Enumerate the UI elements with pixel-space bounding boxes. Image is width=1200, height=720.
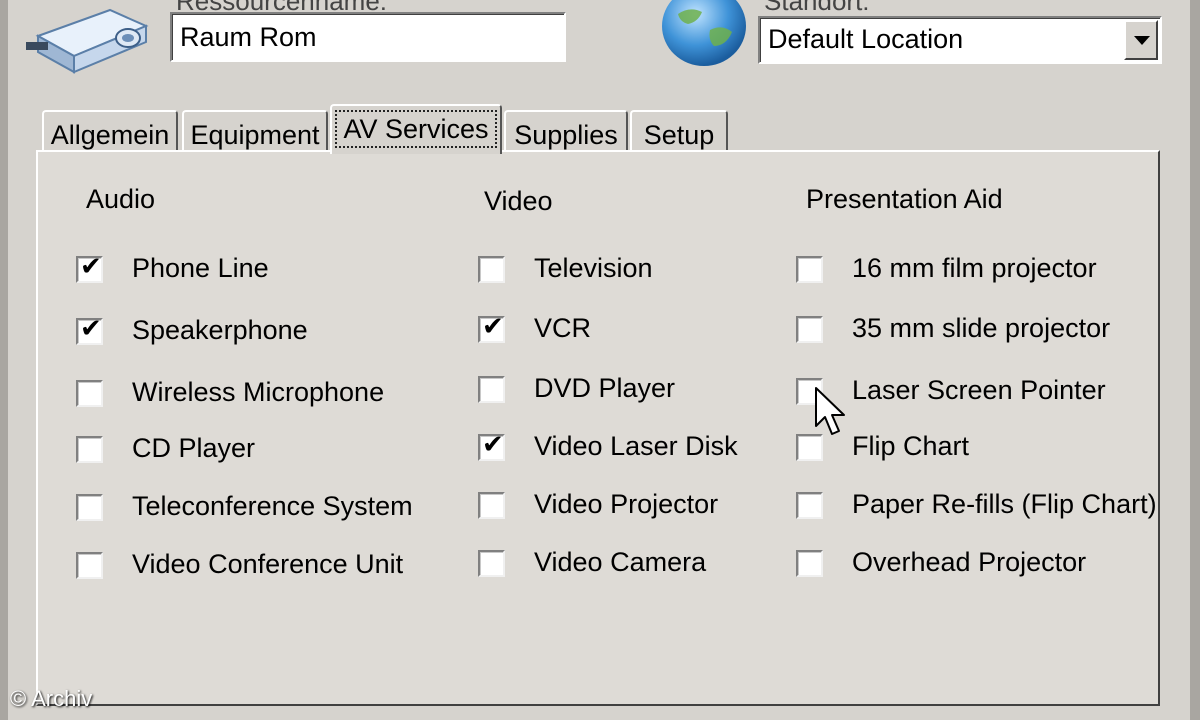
checkbox[interactable] [76, 552, 103, 579]
tab-av-services-label: AV Services [335, 110, 497, 148]
checkbox[interactable]: ✔ [76, 314, 103, 345]
location-label: Standort: [764, 0, 870, 16]
checkbox[interactable]: ✔ [76, 252, 103, 283]
option-label: 16 mm film projector [852, 253, 1097, 283]
option-label: Paper Re-fills (Flip Chart) [852, 489, 1157, 519]
av-services-panel [36, 150, 1160, 706]
tab-supplies[interactable]: Supplies [504, 110, 628, 154]
tab-allgemein[interactable]: Allgemein [42, 110, 178, 154]
option-label: CD Player [132, 433, 256, 463]
checkbox[interactable] [76, 380, 103, 407]
left-frame [0, 0, 8, 720]
tab-supplies-label: Supplies [514, 120, 618, 150]
option-label: Overhead Projector [852, 547, 1087, 577]
option-label: Teleconference System [132, 491, 413, 521]
tab-allgemein-label: Allgemein [50, 120, 170, 150]
checkbox[interactable] [796, 316, 823, 343]
panel-surface [38, 152, 1158, 704]
checkbox[interactable] [76, 436, 103, 463]
video-heading: Video [484, 186, 553, 216]
option-label: Flip Chart [852, 431, 970, 461]
checkmark-icon: ✔ [482, 312, 504, 342]
option-label: Video Conference Unit [132, 549, 404, 579]
mouse-pointer-icon [815, 387, 845, 435]
option-label: Video Projector [534, 489, 719, 519]
option-label: Speakerphone [132, 315, 308, 345]
checkbox[interactable]: ✔ [478, 312, 505, 343]
chevron-down-icon [1134, 36, 1150, 45]
checkmark-icon: ✔ [80, 252, 102, 282]
checkbox[interactable] [478, 376, 505, 403]
presentation-heading: Presentation Aid [806, 184, 1003, 214]
checkbox[interactable] [796, 492, 823, 519]
checkbox[interactable] [478, 492, 505, 519]
option-label: VCR [534, 313, 592, 343]
copyright-watermark: © Archiv [10, 686, 93, 711]
checkbox[interactable] [478, 550, 505, 577]
option-label: Video Camera [534, 547, 707, 577]
right-frame [1190, 0, 1200, 720]
option-label: Laser Screen Pointer [852, 375, 1106, 405]
location-selected-value: Default Location [768, 24, 964, 54]
checkbox[interactable] [796, 434, 823, 461]
checkbox[interactable]: ✔ [478, 430, 505, 461]
option-label: Television [534, 253, 653, 283]
option-label: Phone Line [132, 253, 269, 283]
option-label: Video Laser Disk [534, 431, 738, 461]
checkmark-icon: ✔ [482, 430, 504, 460]
checkbox[interactable] [76, 494, 103, 521]
projector-icon [26, 8, 149, 74]
checkbox[interactable] [796, 550, 823, 577]
audio-heading: Audio [86, 184, 156, 214]
checkbox[interactable] [478, 256, 505, 283]
tab-setup-label: Setup [643, 120, 715, 150]
resource-name-input[interactable] [170, 12, 566, 62]
location-select[interactable]: Default Location [758, 16, 1162, 64]
option-label: Wireless Microphone [132, 377, 385, 407]
tab-av-services[interactable]: AV Services [330, 104, 502, 154]
tab-equipment[interactable]: Equipment [182, 110, 328, 154]
option-label: 35 mm slide projector [852, 313, 1111, 343]
tab-setup[interactable]: Setup [630, 110, 728, 154]
location-dropdown-button[interactable] [1124, 20, 1158, 60]
tab-equipment-label: Equipment [190, 120, 320, 150]
checkbox[interactable] [796, 256, 823, 283]
checkmark-icon: ✔ [80, 314, 102, 344]
option-label: DVD Player [534, 373, 676, 403]
globe-icon [662, 0, 746, 66]
